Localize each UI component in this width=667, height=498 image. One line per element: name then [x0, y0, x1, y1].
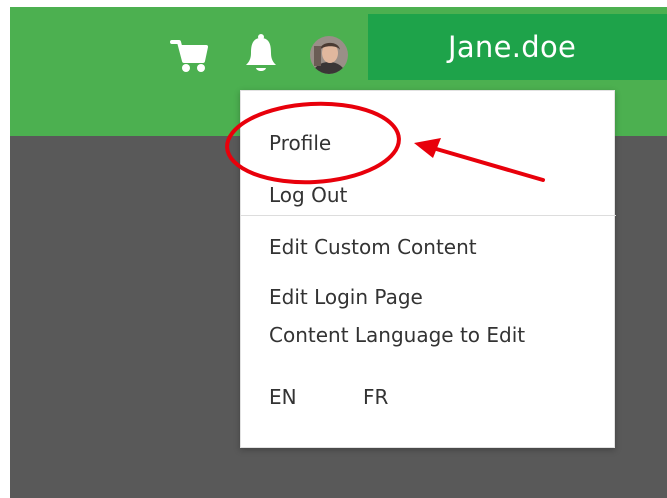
bell-icon[interactable] [241, 31, 281, 75]
menu-item-edit-custom-content[interactable]: Edit Custom Content [269, 235, 477, 259]
language-option-en[interactable]: EN [269, 385, 297, 409]
avatar[interactable] [310, 36, 348, 74]
username-label: Jane.doe [448, 30, 577, 64]
language-option-fr[interactable]: FR [363, 385, 388, 409]
menu-divider [241, 215, 616, 216]
cart-icon[interactable] [170, 33, 210, 77]
menu-item-logout[interactable]: Log Out [269, 183, 347, 207]
user-dropdown-menu: Profile Log Out Edit Custom Content Edit… [240, 90, 616, 448]
menu-item-profile[interactable]: Profile [269, 131, 331, 155]
menu-item-edit-login-page[interactable]: Edit Login Page [269, 285, 423, 309]
app-frame: Jane.doe Profile Log Out Edit Custom Con… [0, 0, 667, 498]
content-language-label: Content Language to Edit [269, 323, 526, 347]
